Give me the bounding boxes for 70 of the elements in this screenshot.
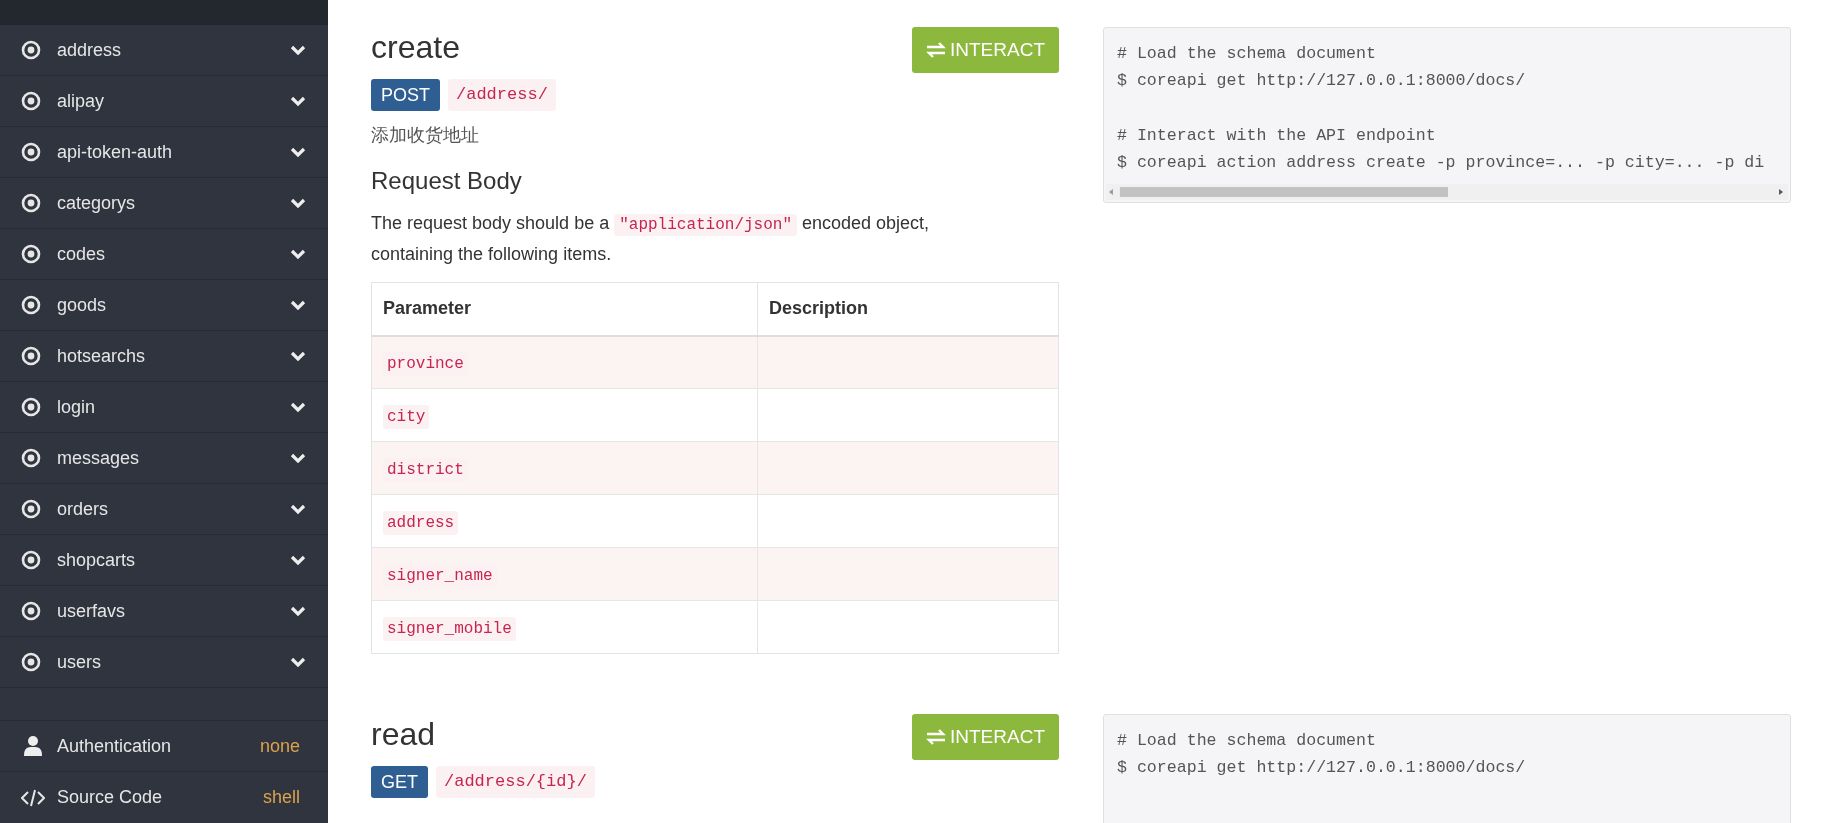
column-header: Parameter [371,282,758,336]
sidebar-item[interactable]: categorys [0,178,328,229]
code-line: $ coreapi get http://127.0.0.1:8000/docs/ [1117,70,1527,92]
code-icon [21,788,45,807]
chevron-down-icon [290,605,306,617]
swap-arrows-icon [926,729,946,745]
radio-icon [21,91,41,111]
radio-icon [21,550,41,570]
sidebar-item[interactable]: goods [0,280,328,331]
sidebar-item[interactable]: users [0,637,328,688]
radio-icon [21,193,41,213]
sidebar-item[interactable]: alipay [0,76,328,127]
code-line: $ coreapi get http://127.0.0.1:8000/docs/ [1117,757,1527,779]
footer-value: shell [262,786,300,809]
sidebar-footer-item[interactable]: Authentication none [0,721,328,772]
chevron-down-icon [290,554,306,566]
chevron-down-icon [290,44,306,56]
parameter-name: signer_mobile [383,616,516,641]
chevron-down-icon [290,401,306,413]
radio-icon [21,499,41,519]
radio-icon [21,295,41,315]
sidebar-footer-item[interactable]: Source Code shell [0,772,328,823]
column-header: Description [757,282,1059,336]
radio-icon [21,40,41,60]
code-line: # Interact with the API endpoint [1117,125,1437,147]
endpoint-title: create [371,28,460,66]
radio-icon [21,601,41,621]
radio-icon [21,142,41,162]
endpoint-path: /address/{id}/ [436,766,595,798]
chevron-down-icon [290,146,306,158]
user-icon [23,735,43,757]
chevron-down-icon [290,197,306,209]
chevron-down-icon [290,452,306,464]
sidebar-item[interactable]: login [0,382,328,433]
endpoint-path: /address/ [448,79,556,111]
parameter-name: city [383,404,430,429]
chevron-down-icon [290,248,306,260]
chevron-down-icon [290,350,306,362]
chevron-down-icon [290,95,306,107]
sidebar-item[interactable]: codes [0,229,328,280]
chevron-down-icon [290,503,306,515]
section-heading: Request Body [371,166,523,196]
method-badge: GET [371,766,428,798]
code-line: # Load the schema document [1117,730,1377,752]
footer-label: Authentication [57,734,173,758]
request-body-text: The request body should be a "application/json" encoded object, containing the following items. [371,212,931,266]
radio-icon [21,346,41,366]
footer-label: Source Code [57,786,164,809]
sidebar-item[interactable]: address [0,25,328,76]
chevron-down-icon [290,656,306,668]
sidebar-item[interactable]: messages [0,433,328,484]
sidebar-item[interactable]: orders [0,484,328,535]
code-line: # Load the schema document [1117,43,1377,65]
chevron-down-icon [290,299,306,311]
sidebar-item[interactable]: shopcarts [0,535,328,586]
sidebar-item[interactable]: userfavs [0,586,328,637]
footer-value: none [259,734,300,758]
swap-arrows-icon [926,42,946,58]
sidebar-item[interactable]: api-token-auth [0,127,328,178]
horizontal-scrollbar[interactable] [1106,184,1788,200]
parameter-name: address [383,510,459,535]
method-badge: POST [371,79,440,111]
endpoint-description: 添加收货地址 [371,124,480,147]
radio-icon [21,244,41,264]
code-line: $ coreapi action address create -p province=... -p city=... -p di [1117,152,1766,174]
endpoint-title: read [371,715,436,753]
radio-icon [21,397,41,417]
radio-icon [21,652,41,672]
sidebar-item[interactable]: hotsearchs [0,331,328,382]
radio-icon [21,448,41,468]
